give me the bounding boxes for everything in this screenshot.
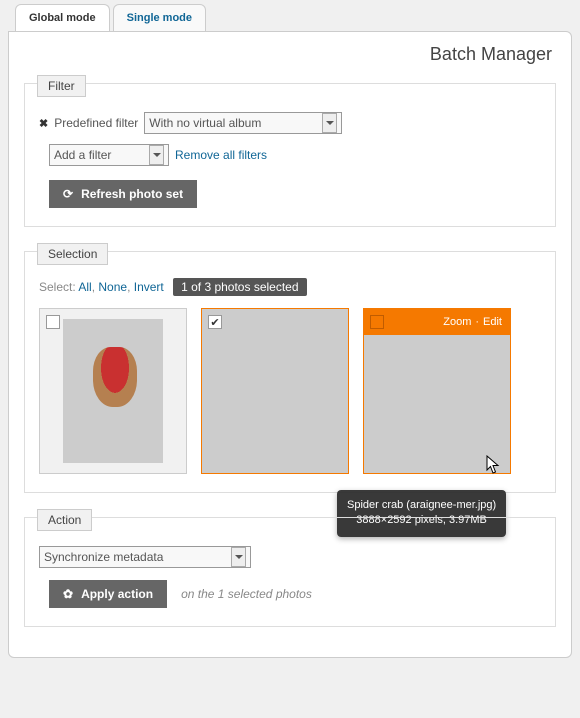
action-value: Synchronize metadata (44, 550, 163, 564)
selection-section: Selection Select: All, None, Invert 1 of… (24, 251, 556, 493)
refresh-label: Refresh photo set (81, 187, 183, 201)
refresh-icon: ⟳ (63, 187, 73, 201)
select-invert-link[interactable]: Invert (134, 280, 164, 294)
photo-image (202, 309, 348, 473)
predefined-filter-value: With no virtual album (149, 116, 261, 130)
photo-checkbox[interactable] (370, 315, 384, 329)
action-legend: Action (37, 509, 92, 531)
photo-image (63, 319, 163, 463)
apply-hint: on the 1 selected photos (181, 587, 312, 601)
action-section: Action Synchronize metadata ✿ Apply acti… (24, 517, 556, 627)
chevron-down-icon (322, 113, 337, 133)
filter-section: Filter ✖ Predefined filter With no virtu… (24, 83, 556, 227)
photo-image (364, 335, 510, 473)
remove-all-filters-link[interactable]: Remove all filters (175, 148, 267, 162)
refresh-photo-set-button[interactable]: ⟳ Refresh photo set (49, 180, 197, 208)
tooltip-filename: Spider crab (araignee-mer.jpg) (347, 498, 496, 513)
tab-global-mode[interactable]: Global mode (15, 4, 110, 32)
selection-count-badge: 1 of 3 photos selected (173, 278, 306, 296)
chevron-down-icon (231, 547, 246, 567)
apply-action-label: Apply action (81, 587, 153, 601)
photo-checkbox[interactable]: ✔ (208, 315, 222, 329)
chevron-down-icon (149, 145, 164, 165)
gear-icon: ✿ (63, 587, 73, 601)
add-filter-value: Add a filter (54, 148, 111, 162)
apply-action-button[interactable]: ✿ Apply action (49, 580, 167, 608)
remove-predefined-filter-icon[interactable]: ✖ (39, 117, 48, 130)
action-select[interactable]: Synchronize metadata (39, 546, 251, 568)
photo-thumb[interactable]: Zoom · Edit (363, 308, 511, 474)
edit-link[interactable]: Edit (483, 316, 502, 328)
predefined-filter-label: Predefined filter (54, 116, 138, 130)
zoom-link[interactable]: Zoom (443, 316, 471, 328)
add-filter-select[interactable]: Add a filter (49, 144, 169, 166)
select-none-link[interactable]: None (98, 280, 127, 294)
page-title: Batch Manager (24, 44, 552, 65)
photo-hover-toolbar: Zoom · Edit (364, 309, 510, 335)
select-all-link[interactable]: All (78, 280, 91, 294)
photo-thumb[interactable] (39, 308, 187, 474)
photo-thumb[interactable]: ✔ (201, 308, 349, 474)
filter-legend: Filter (37, 75, 86, 97)
photo-checkbox[interactable] (46, 315, 60, 329)
select-label: Select: (39, 280, 76, 294)
selection-legend: Selection (37, 243, 108, 265)
tab-single-mode[interactable]: Single mode (113, 4, 206, 32)
predefined-filter-select[interactable]: With no virtual album (144, 112, 342, 134)
